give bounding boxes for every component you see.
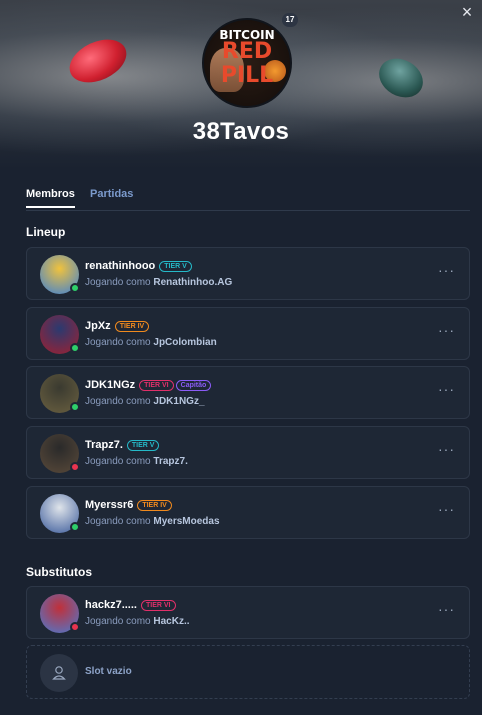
tab-bar: Membros Partidas — [26, 186, 470, 211]
playing-as-prefix: Jogando como — [85, 456, 151, 468]
empty-avatar — [40, 654, 78, 692]
status-online-dot — [70, 283, 80, 293]
member-card[interactable]: Trapz7. TIER V Jogando como Trapz7. ··· — [26, 426, 470, 480]
playing-as-row: Jogando como MyersMoedas — [85, 516, 220, 527]
playing-as-row: Jogando como JDK1NGz_ — [85, 396, 205, 407]
team-logo: BITCOIN RED PILL — [202, 18, 292, 108]
member-name: JDK1NGz — [85, 379, 136, 392]
playing-as-prefix: Jogando como — [85, 336, 151, 348]
member-name-row: JDK1NGz TIER VI Capitão — [85, 379, 212, 392]
member-name-row: JpXz TIER IV — [85, 319, 150, 332]
playing-as-name: HacKz.. — [153, 616, 190, 627]
playing-as-prefix: Jogando como — [85, 616, 151, 627]
member-card[interactable]: JDK1NGz TIER VI Capitão Jogando como JDK1NG… — [26, 366, 470, 420]
member-name: Myerssr6 — [85, 498, 134, 511]
tier-badge: TIER V — [159, 261, 192, 272]
status-offline-dot — [70, 622, 80, 632]
member-name: hackz7..... — [85, 599, 137, 611]
playing-as-prefix: Jogando como — [85, 277, 151, 288]
playing-as-prefix: Jogando como — [85, 515, 151, 527]
tier-badge: TIER VI — [139, 380, 174, 392]
playing-as-row: Jogando como JpColombian — [85, 337, 217, 348]
playing-as-name: MyersMoedas — [153, 515, 220, 527]
tier-badge: TIER V — [126, 440, 160, 452]
more-options-icon[interactable]: ··· — [438, 262, 455, 278]
lineup-heading: Lineup — [26, 225, 66, 239]
tab-membros[interactable]: Membros — [26, 188, 75, 208]
more-options-icon[interactable]: ··· — [438, 322, 455, 338]
playing-as-name: JDK1NGz_ — [153, 396, 205, 408]
user-icon — [52, 666, 66, 680]
empty-slot[interactable]: Slot vazio — [26, 645, 470, 699]
tier-badge: TIER VI — [140, 600, 176, 611]
member-name: Trapz7. — [85, 439, 123, 452]
status-offline-dot — [70, 462, 80, 473]
captain-badge: Capitão — [175, 380, 212, 392]
more-options-icon[interactable]: ··· — [438, 601, 455, 617]
playing-as-row: Jogando como Renathinhoo.AG — [85, 277, 232, 288]
playing-as-prefix: Jogando como — [85, 396, 151, 408]
blue-pill-decoration — [372, 50, 430, 106]
more-options-icon[interactable]: ··· — [438, 501, 455, 517]
member-name-row: Myerssr6 TIER IV — [85, 499, 172, 511]
member-name-row: Trapz7. TIER V — [85, 439, 160, 452]
member-name-row: hackz7..... TIER VI — [85, 599, 176, 611]
red-pill-decoration — [62, 31, 134, 91]
playing-as-row: Jogando como HacKz.. — [85, 616, 190, 627]
more-options-icon[interactable]: ··· — [438, 381, 455, 397]
playing-as-name: Trapz7. — [153, 456, 188, 468]
tier-badge: TIER IV — [114, 320, 150, 332]
member-card[interactable]: renathinhooo TIER V Jogando como Renathinh… — [26, 247, 470, 300]
playing-as-row: Jogando como Trapz7. — [85, 456, 188, 467]
member-name-row: renathinhooo TIER V — [85, 260, 192, 272]
status-online-dot — [70, 402, 80, 413]
status-online-dot — [70, 342, 80, 353]
member-card[interactable]: Myerssr6 TIER IV Jogando como MyersMoedas ·… — [26, 485, 470, 539]
logo-text-main: RED PILL — [220, 39, 274, 88]
empty-slot-label: Slot vazio — [85, 666, 132, 677]
tab-partidas[interactable]: Partidas — [90, 188, 133, 206]
status-online-dot — [70, 521, 80, 532]
member-card[interactable]: JpXz TIER IV Jogando como JpColombian ··· — [26, 306, 470, 360]
playing-as-name: Renathinhoo.AG — [153, 277, 233, 288]
team-name: 38Tavos — [192, 118, 290, 145]
member-name: JpXz — [85, 319, 111, 332]
tier-badge: TIER IV — [137, 499, 172, 511]
substitutes-heading: Substitutos — [26, 565, 92, 579]
more-options-icon[interactable]: ··· — [438, 441, 455, 457]
close-button[interactable]: × — [458, 3, 476, 21]
member-card[interactable]: hackz7..... TIER VI Jogando como HacKz.. ··… — [26, 586, 470, 639]
member-name: renathinhooo — [85, 260, 156, 272]
logo-level-badge: 17 — [282, 13, 298, 27]
playing-as-name: JpColombian — [153, 336, 217, 348]
